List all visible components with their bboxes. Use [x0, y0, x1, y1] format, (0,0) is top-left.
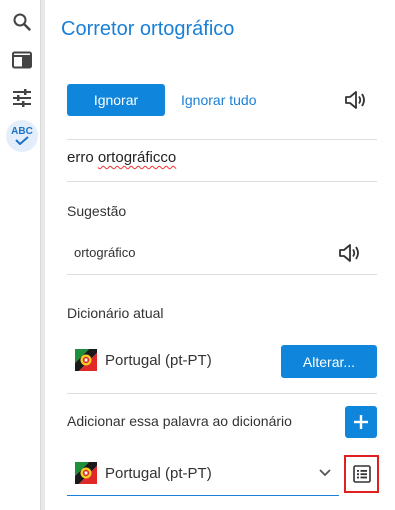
- sliders-icon: [13, 89, 31, 107]
- chevron-down-icon: [319, 469, 331, 477]
- panel-title: Corretor ortográfico: [61, 18, 235, 40]
- misspelled-word: ortográficco: [97, 149, 177, 166]
- panel-tool[interactable]: [4, 42, 40, 78]
- suggestion-heading: Sugestão: [67, 203, 127, 219]
- speak-error-button[interactable]: [344, 90, 368, 115]
- select-value: Portugal (pt-PT): [75, 462, 212, 484]
- list-icon: [352, 465, 371, 483]
- error-text: erro ortográficco: [67, 149, 176, 166]
- speak-suggestion-button[interactable]: [338, 243, 362, 268]
- search-tool[interactable]: [4, 4, 40, 40]
- suggestion-item[interactable]: ortográfico: [74, 245, 135, 260]
- select-value-label: Portugal (pt-PT): [105, 464, 212, 482]
- change-dictionary-button[interactable]: Alterar...: [281, 345, 377, 378]
- plus-icon: [354, 415, 368, 429]
- side-toolbar: ABC: [0, 0, 41, 510]
- current-dictionary-heading: Dicionário atual: [67, 305, 164, 321]
- ignore-button[interactable]: Ignorar: [67, 84, 165, 116]
- add-dictionary-select[interactable]: Portugal (pt-PT): [67, 452, 339, 496]
- spellcheck-icon: ABC: [6, 120, 38, 152]
- ignore-all-button[interactable]: Ignorar tudo: [181, 92, 257, 108]
- error-prefix: erro: [67, 149, 98, 166]
- divider: [67, 274, 377, 275]
- add-word-button[interactable]: [345, 406, 377, 438]
- dictionary-list-button[interactable]: [344, 455, 379, 493]
- spellcheck-tool[interactable]: ABC: [4, 118, 40, 154]
- current-dictionary-label: Portugal (pt-PT): [105, 351, 212, 369]
- divider: [67, 393, 377, 394]
- panel-icon: [12, 51, 32, 69]
- speaker-icon: [345, 91, 365, 109]
- speaker-icon: [339, 244, 359, 262]
- portugal-flag-icon: [75, 349, 97, 371]
- spellcheck-panel: Corretor ortográfico Ignorar Ignorar tud…: [45, 0, 395, 510]
- checkmark-icon: [15, 136, 29, 145]
- current-dictionary-row: Portugal (pt-PT): [75, 349, 212, 371]
- add-word-heading: Adicionar essa palavra ao dicionário: [67, 413, 292, 429]
- divider: [67, 139, 377, 140]
- portugal-flag-icon: [75, 462, 97, 484]
- settings-tool[interactable]: [4, 80, 40, 116]
- spellcheck-icon-label: ABC: [11, 126, 33, 137]
- divider: [67, 181, 377, 182]
- search-icon: [13, 13, 31, 31]
